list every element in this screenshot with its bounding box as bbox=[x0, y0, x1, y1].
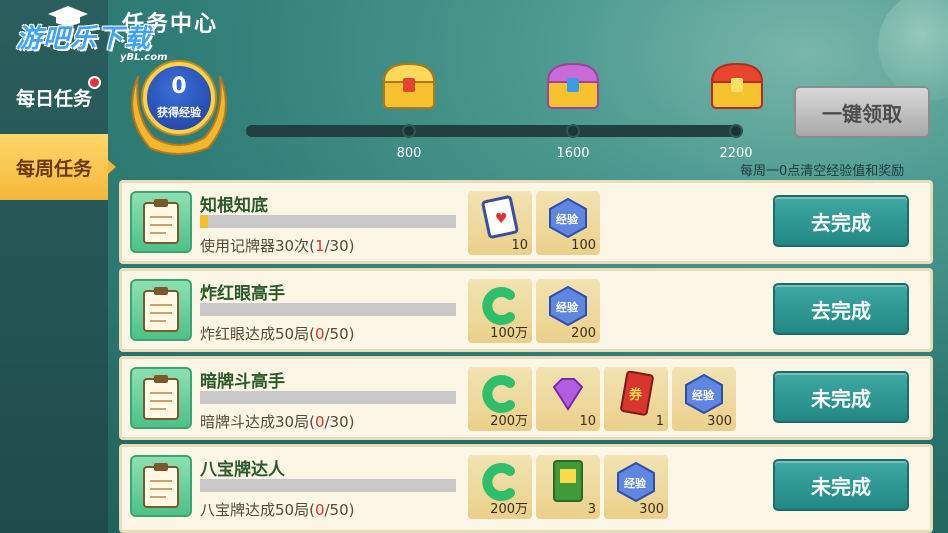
reward-amount: 200万 bbox=[490, 414, 528, 429]
desc-prefix: 炸红眼达成50局( bbox=[200, 325, 315, 343]
milestone-node bbox=[402, 124, 416, 138]
exp-medal: 0 获得经验 bbox=[120, 56, 238, 160]
task-name: 炸红眼高手 bbox=[200, 284, 285, 304]
reward-amount: 10 bbox=[579, 414, 596, 429]
exp-progress-track bbox=[246, 125, 738, 137]
exp-badge-icon: 经验 bbox=[549, 197, 587, 239]
watermark-logo: 游吧乐下载 yBL.com bbox=[16, 6, 186, 63]
claim-all-button[interactable]: 一键领取 bbox=[794, 86, 930, 138]
reward-amount: 100万 bbox=[490, 326, 528, 341]
ticket-icon: 券 bbox=[620, 371, 654, 416]
reward-diamond[interactable]: 10 bbox=[536, 367, 600, 431]
reward-amount: 1 bbox=[655, 414, 664, 429]
treasure-chest-red-icon[interactable] bbox=[708, 60, 766, 112]
task-progress-bar bbox=[200, 479, 456, 492]
reward-exp[interactable]: 经验 300 bbox=[604, 455, 668, 519]
svg-text:经验: 经验 bbox=[624, 476, 647, 490]
desc-current: 0 bbox=[314, 325, 325, 343]
reward-coin[interactable]: 200万 bbox=[468, 367, 532, 431]
reward-amount: 200 bbox=[571, 326, 596, 341]
desc-prefix: 八宝牌达成50局( bbox=[200, 501, 315, 519]
milestone-node bbox=[566, 124, 580, 138]
task-row: 炸红眼高手 炸红眼达成50局(0/50) 100万 经验 200 去完成 bbox=[119, 268, 933, 352]
watermark-text: 游吧乐下载 bbox=[16, 24, 152, 54]
svg-text:经验: 经验 bbox=[692, 388, 715, 402]
reward-amount: 200万 bbox=[490, 502, 528, 517]
diamond-icon bbox=[552, 378, 584, 411]
treasure-chest-purple-icon[interactable] bbox=[544, 60, 602, 112]
reward-exp[interactable]: 经验 100 bbox=[536, 191, 600, 255]
notification-dot bbox=[88, 76, 101, 89]
sidebar: 每日任务 每周任务 bbox=[0, 0, 116, 533]
reward-amount: 3 bbox=[587, 502, 596, 517]
clipboard-icon bbox=[130, 455, 192, 517]
reward-coin[interactable]: 200万 bbox=[468, 455, 532, 519]
reward-exp[interactable]: 经验 300 bbox=[672, 367, 736, 431]
watermark-sub: yBL.com bbox=[120, 52, 168, 63]
card-counter-icon: ♥ bbox=[481, 195, 519, 239]
incomplete-button[interactable]: 未完成 bbox=[773, 371, 909, 423]
tab-daily-label: 每日任务 bbox=[15, 87, 92, 110]
clipboard-icon bbox=[130, 367, 192, 429]
milestone-label: 800 bbox=[396, 146, 422, 161]
milestone-node bbox=[729, 124, 743, 138]
desc-suffix: /30) bbox=[324, 237, 355, 255]
cap-icon bbox=[48, 6, 88, 26]
task-progress-bar bbox=[200, 303, 456, 316]
exp-badge-icon: 经验 bbox=[549, 285, 587, 327]
task-row: 暗牌斗高手 暗牌斗达成30局(0/30) 200万 10 券1 经验 300 未完… bbox=[119, 356, 933, 440]
task-desc: 八宝牌达成50局(0/50) bbox=[200, 499, 355, 520]
desc-current: 0 bbox=[314, 501, 325, 519]
voucher-icon bbox=[553, 460, 583, 502]
desc-prefix: 使用记牌器30次( bbox=[200, 237, 315, 255]
milestone-label: 2200 bbox=[719, 146, 753, 161]
task-desc: 炸红眼达成50局(0/50) bbox=[200, 323, 355, 344]
tab-daily-tasks[interactable]: 每日任务 bbox=[0, 64, 108, 130]
tab-weekly-label: 每周任务 bbox=[15, 157, 92, 180]
incomplete-button[interactable]: 未完成 bbox=[773, 459, 909, 511]
svg-text:经验: 经验 bbox=[556, 300, 579, 314]
desc-suffix: /50) bbox=[324, 325, 355, 343]
reset-note: 每周一0点清空经验值和奖励 bbox=[740, 164, 905, 179]
reward-amount: 300 bbox=[707, 414, 732, 429]
reward-coin[interactable]: 100万 bbox=[468, 279, 532, 343]
go-complete-button[interactable]: 去完成 bbox=[773, 283, 909, 335]
reward-voucher[interactable]: 3 bbox=[536, 455, 600, 519]
task-name: 暗牌斗高手 bbox=[200, 372, 285, 392]
desc-current: 1 bbox=[314, 237, 325, 255]
exp-badge-icon: 经验 bbox=[685, 373, 723, 415]
task-row: 知根知底 使用记牌器30次(1/30) ♥ 10 经验 100 去完成 bbox=[119, 180, 933, 264]
desc-suffix: /50) bbox=[324, 501, 355, 519]
treasure-chest-gold-icon[interactable] bbox=[380, 60, 438, 112]
task-desc: 暗牌斗达成30局(0/30) bbox=[200, 411, 355, 432]
task-progress-bar bbox=[200, 391, 456, 404]
reward-amount: 300 bbox=[639, 502, 664, 517]
tab-weekly-tasks[interactable]: 每周任务 bbox=[0, 134, 116, 200]
task-progress-bar bbox=[200, 215, 456, 228]
svg-text:券: 券 bbox=[628, 387, 643, 403]
task-name: 八宝牌达人 bbox=[200, 460, 285, 480]
reward-exp[interactable]: 经验 200 bbox=[536, 279, 600, 343]
go-complete-button[interactable]: 去完成 bbox=[773, 195, 909, 247]
task-row: 八宝牌达人 八宝牌达成50局(0/50) 200万 3 经验 300 未完成 bbox=[119, 444, 933, 533]
milestone-label: 1600 bbox=[556, 146, 590, 161]
reward-card-counter[interactable]: ♥ 10 bbox=[468, 191, 532, 255]
exp-label: 获得经验 bbox=[157, 106, 201, 119]
reward-amount: 10 bbox=[511, 238, 528, 253]
svg-text:♥: ♥ bbox=[495, 211, 508, 227]
reward-amount: 100 bbox=[571, 238, 596, 253]
clipboard-icon bbox=[130, 279, 192, 341]
task-name: 知根知底 bbox=[200, 196, 268, 216]
desc-current: 0 bbox=[314, 413, 325, 431]
exp-value: 0 bbox=[171, 74, 187, 99]
task-progress-fill bbox=[200, 215, 209, 228]
svg-text:经验: 经验 bbox=[556, 212, 579, 226]
reward-ticket[interactable]: 券1 bbox=[604, 367, 668, 431]
clipboard-icon bbox=[130, 191, 192, 253]
task-desc: 使用记牌器30次(1/30) bbox=[200, 235, 355, 256]
exp-circle: 0 获得经验 bbox=[143, 62, 215, 134]
desc-prefix: 暗牌斗达成30局( bbox=[200, 413, 315, 431]
exp-badge-icon: 经验 bbox=[617, 461, 655, 503]
desc-suffix: /30) bbox=[324, 413, 355, 431]
